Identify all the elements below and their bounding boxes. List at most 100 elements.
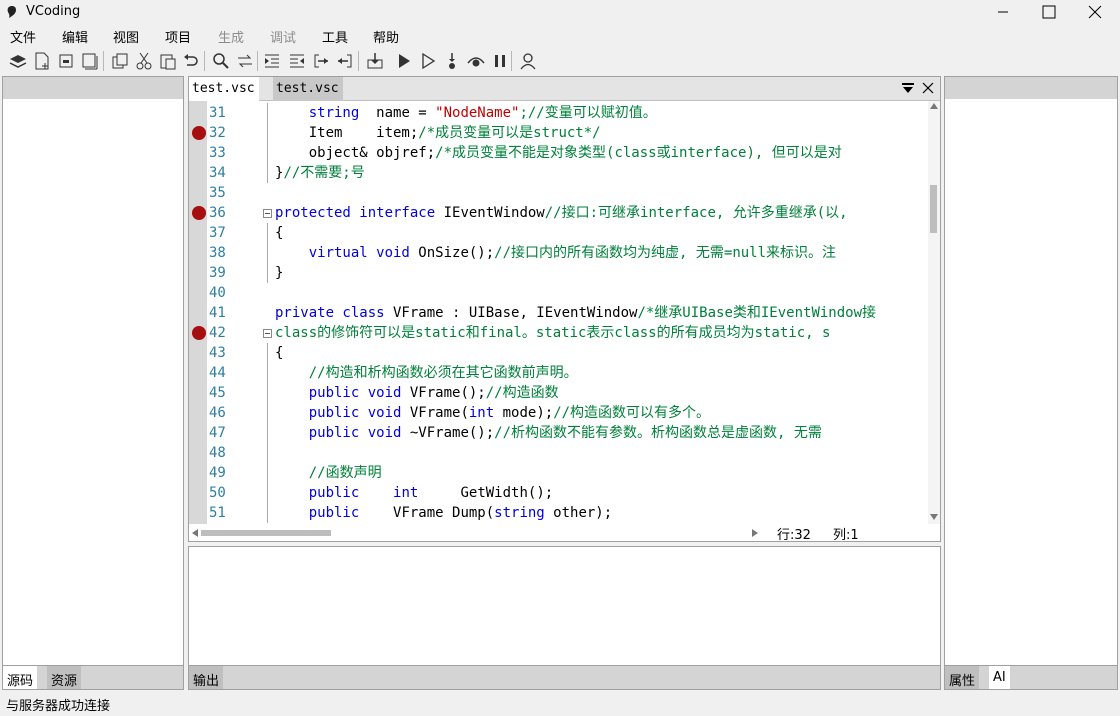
scroll-up-arrow-icon[interactable] xyxy=(930,103,938,109)
code-area[interactable]: 31 string name = "NodeName";//变量可以赋初值。 32… xyxy=(189,101,929,524)
code-line[interactable]: 42 class的修饰符可以是static和final。static表示class… xyxy=(189,323,929,343)
code-line[interactable]: 37 { xyxy=(189,223,929,243)
fold-toggle-icon[interactable] xyxy=(263,329,272,338)
scroll-right-arrow-icon[interactable] xyxy=(752,529,758,537)
code-line[interactable]: 43 { xyxy=(189,343,929,363)
vertical-scroll-thumb[interactable] xyxy=(930,185,937,233)
code-line[interactable]: 47 public void ~VFrame();//析构函数不能有参数。析构函… xyxy=(189,423,929,443)
maximize-button[interactable] xyxy=(1026,0,1072,24)
code-line[interactable]: 46 public void VFrame(int mode);//构造函数可以… xyxy=(189,403,929,423)
code-token: protected interface xyxy=(275,205,436,221)
code-line[interactable]: 36 protected interface IEventWindow//接口:可… xyxy=(189,203,929,223)
code-line[interactable]: 48 xyxy=(189,443,929,463)
tab-properties[interactable]: 属性 xyxy=(945,666,980,689)
undo-button[interactable] xyxy=(181,51,201,71)
status-bar: 与服务器成功连接 xyxy=(0,692,1120,716)
horizontal-scrollbar[interactable]: 行:32 列:1 xyxy=(189,524,940,541)
tab-list-dropdown-icon[interactable] xyxy=(901,83,915,95)
tab-resources[interactable]: 资源 xyxy=(47,666,82,689)
code-line[interactable]: 45 public void VFrame();//构造函数 xyxy=(189,383,929,403)
outdent-button[interactable] xyxy=(287,51,307,71)
close-tab-icon[interactable] xyxy=(922,82,934,94)
undo-icon xyxy=(184,54,198,66)
breakpoint-icon[interactable] xyxy=(192,126,206,140)
code-token: //构造函数可以有多个。 xyxy=(553,405,711,421)
right-panel: 属性 AI xyxy=(944,76,1118,690)
menu-item-4[interactable]: 生成 xyxy=(218,27,244,46)
tab-source[interactable]: 源码 xyxy=(3,666,38,689)
minimize-button[interactable] xyxy=(980,0,1026,24)
replace-button[interactable] xyxy=(235,51,255,71)
indent-button[interactable] xyxy=(262,51,282,71)
code-line[interactable]: 41 private class VFrame : UIBase, IEventW… xyxy=(189,303,929,323)
code-line[interactable]: 44 //构造和析构函数必须在其它函数前声明。 xyxy=(189,363,929,383)
line-number: 38 xyxy=(209,245,226,261)
code-line[interactable]: 39} xyxy=(189,263,929,283)
build-button[interactable] xyxy=(365,51,385,71)
find-button[interactable] xyxy=(211,51,231,71)
save-all-icon xyxy=(82,53,98,70)
code-line[interactable]: 40 xyxy=(189,283,929,303)
code-line[interactable]: 33 object& objref;/*成员变量不能是对象类型(class或in… xyxy=(189,143,929,163)
menu-item-3[interactable]: 项目 xyxy=(165,27,191,46)
code-line[interactable]: 50 public int GetWidth(); xyxy=(189,483,929,503)
code-line[interactable]: 38 virtual void OnSize();//接口内的所有函数均为纯虚,… xyxy=(189,243,929,263)
menu-item-2[interactable]: 视图 xyxy=(113,27,139,46)
close-button[interactable] xyxy=(1072,0,1118,24)
watch-button[interactable] xyxy=(466,51,486,71)
code-line[interactable]: 35 xyxy=(189,183,929,203)
layers-button[interactable] xyxy=(8,51,28,71)
fold-guide xyxy=(267,163,268,183)
tab-output[interactable]: 输出 xyxy=(189,666,224,689)
breakpoint-icon[interactable] xyxy=(192,206,206,220)
copy-button[interactable] xyxy=(110,51,130,71)
code-line[interactable]: 49 //函数声明 xyxy=(189,463,929,483)
file-tab[interactable]: test.vsc xyxy=(273,77,343,101)
save-button[interactable] xyxy=(56,51,76,71)
paste-button[interactable] xyxy=(158,51,178,71)
horizontal-scroll-thumb[interactable] xyxy=(201,530,331,536)
file-tab-active[interactable]: test.vsc xyxy=(189,77,259,101)
code-line[interactable]: 31 string name = "NodeName";//变量可以赋初值。 xyxy=(189,103,929,123)
code-editor: test.vsc test.vsc 31 string name = "Node… xyxy=(188,76,941,542)
cut-button[interactable] xyxy=(134,51,154,71)
menu-item-1[interactable]: 编辑 xyxy=(62,27,88,46)
line-number: 33 xyxy=(209,145,226,161)
step-button[interactable] xyxy=(442,51,462,71)
step-icon xyxy=(449,53,455,69)
outdent-icon xyxy=(290,54,304,68)
step-out-button[interactable] xyxy=(335,51,355,71)
code-line[interactable]: 51 public VFrame Dump(string other); xyxy=(189,503,929,523)
code-token: /*成员变量不能是对象类型(class或interface), 但可以是对 xyxy=(435,145,842,161)
line-number: 49 xyxy=(209,465,226,481)
run-outline-button[interactable] xyxy=(418,51,438,71)
breakpoint-icon[interactable] xyxy=(192,326,206,340)
code-token: VFrame : UIBase, IEventWindow xyxy=(384,305,638,321)
menu-item-6[interactable]: 工具 xyxy=(322,27,348,46)
step-in-button[interactable] xyxy=(311,51,331,71)
code-text: //构造和析构函数必须在其它函数前声明。 xyxy=(275,363,578,383)
code-line[interactable]: 34}//不需要;号 xyxy=(189,163,929,183)
code-line[interactable]: 32 Item item;/*成员变量可以是struct*/ xyxy=(189,123,929,143)
tab-ai[interactable]: AI xyxy=(989,666,1010,689)
run-button[interactable] xyxy=(394,51,414,71)
code-token: ;//变量可以赋初值。 xyxy=(519,105,657,121)
code-token: name = xyxy=(359,105,436,121)
scroll-down-arrow-icon[interactable] xyxy=(930,514,938,520)
scroll-left-arrow-icon[interactable] xyxy=(192,529,198,537)
menu-item-7[interactable]: 帮助 xyxy=(373,27,399,46)
fold-toggle-icon[interactable] xyxy=(263,209,272,218)
code-token: int xyxy=(393,485,419,501)
code-token: VFrame(); xyxy=(401,385,486,401)
pause-button[interactable] xyxy=(490,51,510,71)
menu-item-0[interactable]: 文件 xyxy=(10,27,36,46)
replace-icon xyxy=(238,54,252,68)
save-all-button[interactable] xyxy=(80,51,100,71)
vertical-scrollbar[interactable] xyxy=(928,101,940,524)
code-text: public int GetWidth(); xyxy=(275,483,553,503)
menu-item-5[interactable]: 调试 xyxy=(270,27,296,46)
user-button[interactable] xyxy=(518,51,538,71)
new-file-button[interactable] xyxy=(32,51,52,71)
